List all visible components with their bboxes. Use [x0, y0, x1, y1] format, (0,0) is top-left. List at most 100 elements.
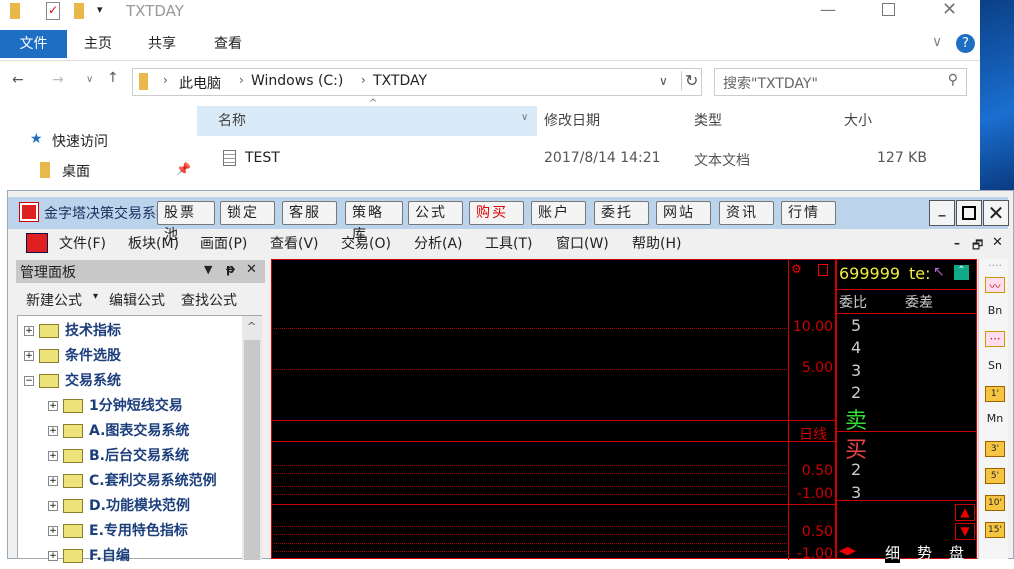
scroll-down-button[interactable]: ▼	[955, 523, 975, 540]
breadcrumb-c-drive[interactable]: Windows (C:)	[251, 73, 343, 89]
toolbar-button[interactable]: 客服	[282, 201, 337, 225]
tab-share[interactable]: 共享	[148, 30, 176, 58]
tool-mn[interactable]: Mn	[985, 412, 1005, 428]
kline-icon[interactable]: 〰	[985, 277, 1005, 293]
back-button[interactable]: ←	[12, 72, 24, 88]
pin-icon[interactable]: ᵽ	[226, 262, 235, 276]
expand-toggle-icon[interactable]: +	[24, 326, 34, 336]
tab-detail[interactable]: 细	[885, 542, 901, 563]
column-name[interactable]: 名称	[197, 106, 537, 136]
breadcrumb-txtday[interactable]: TXTDAY	[373, 73, 427, 89]
toolbar-button[interactable]: 网站	[656, 201, 711, 225]
expand-ribbon-icon[interactable]: ∨	[932, 34, 942, 50]
expand-toggle-icon[interactable]: +	[48, 451, 58, 461]
mdi-close-button[interactable]: ✕	[992, 235, 1003, 250]
menu-item[interactable]: 板块(M)	[128, 232, 179, 256]
panel-menu-icon[interactable]: ▼	[204, 263, 212, 276]
tree-node[interactable]: + E.专用特色指标	[24, 519, 217, 544]
menu-item[interactable]: 帮助(H)	[632, 232, 681, 256]
search-input[interactable]: 搜索"TXTDAY" ⚲	[714, 68, 967, 96]
toolbar-button[interactable]: 锁定	[220, 201, 275, 225]
app-maximize-button[interactable]	[956, 200, 982, 226]
find-formula-button[interactable]: 查找公式	[181, 290, 237, 310]
properties-icon[interactable]: ✓	[46, 2, 60, 20]
refresh-icon[interactable]: ↻	[681, 71, 698, 90]
chart-settings-icon[interactable]: ⚙	[791, 262, 802, 276]
column-date[interactable]: 修改日期	[544, 106, 600, 136]
prev-tab-button[interactable]: ◀▶	[839, 544, 856, 557]
history-dropdown-icon[interactable]: ∨	[659, 74, 668, 88]
expand-toggle-icon[interactable]: +	[48, 501, 58, 511]
toolbar-button[interactable]: 公式	[408, 201, 463, 225]
tool-1min[interactable]: 1'	[985, 386, 1005, 402]
menu-item[interactable]: 工具(T)	[485, 232, 532, 256]
mdi-minimize-button[interactable]: –	[954, 236, 960, 250]
toolbar-button[interactable]: 行情	[781, 201, 836, 225]
tree-node[interactable]: + C.套利交易系统范例	[24, 469, 217, 494]
help-icon[interactable]: ?	[956, 34, 975, 53]
toolbar-button[interactable]: 账户	[531, 201, 586, 225]
menu-item[interactable]: 窗口(W)	[556, 232, 609, 256]
tree-node[interactable]: − 交易系统	[24, 369, 217, 394]
new-formula-button[interactable]: 新建公式	[26, 290, 82, 310]
tool-bn[interactable]: Bn	[985, 304, 1005, 320]
new-folder-icon[interactable]	[74, 3, 84, 19]
column-size[interactable]: 大小	[844, 106, 872, 136]
tab-trend[interactable]: 势	[917, 542, 932, 563]
tab-book[interactable]: 盘	[949, 542, 964, 563]
scroll-up-icon[interactable]: ^	[247, 320, 256, 333]
scroll-up-button[interactable]: ▲	[955, 504, 975, 521]
minimize-button[interactable]: —	[820, 0, 836, 19]
tool-10min[interactable]: 10'	[985, 495, 1005, 511]
expand-toggle-icon[interactable]: +	[48, 526, 58, 536]
chart-area[interactable]: ⚙ 10.00 5.00 日线 0.50 -1.00 0.50 -1.00	[271, 259, 836, 562]
app-close-button[interactable]: ✕	[983, 200, 1009, 226]
expand-icon[interactable]: ⌃	[954, 265, 969, 280]
expand-toggle-icon[interactable]: +	[48, 401, 58, 411]
app-minimize-button[interactable]: _	[929, 200, 955, 226]
maximize-button[interactable]	[882, 3, 895, 16]
tree-node[interactable]: + D.功能模块范例	[24, 494, 217, 519]
address-bar[interactable]: › 此电脑 › Windows (C:) › TXTDAY ∨ ↻	[132, 68, 702, 96]
nav-quick-access[interactable]: 快速访问	[52, 131, 108, 151]
tab-file[interactable]: 文件	[0, 30, 67, 58]
expand-toggle-icon[interactable]: +	[48, 551, 58, 561]
filter-dropdown-icon[interactable]: ∨	[521, 112, 528, 123]
tree-node[interactable]: + A.图表交易系统	[24, 419, 217, 444]
breadcrumb-this-pc[interactable]: 此电脑	[179, 73, 221, 93]
tool-3min[interactable]: 3'	[985, 441, 1005, 457]
expand-toggle-icon[interactable]: −	[24, 376, 34, 386]
toolbar-button[interactable]: 资讯	[719, 201, 774, 225]
nav-desktop[interactable]: 桌面	[62, 161, 90, 181]
close-button[interactable]: ✕	[942, 0, 957, 20]
expand-toggle-icon[interactable]: +	[24, 351, 34, 361]
toolbar-button[interactable]: 委托	[594, 201, 649, 225]
tool-15min[interactable]: 15'	[985, 522, 1005, 538]
menu-item[interactable]: 分析(A)	[414, 232, 463, 256]
edit-formula-button[interactable]: 编辑公式	[109, 290, 165, 310]
chart-icon[interactable]: ⋯	[985, 331, 1005, 347]
up-button[interactable]: ↑	[107, 70, 119, 86]
mdi-restore-button[interactable]: 🗗	[972, 236, 983, 257]
tree-node[interactable]: + 技术指标	[24, 319, 217, 344]
recent-dropdown-icon[interactable]: ∨	[86, 74, 93, 85]
menu-item[interactable]: 画面(P)	[200, 232, 247, 256]
column-type[interactable]: 类型	[694, 106, 722, 136]
toolbar-button[interactable]: 策略库	[345, 201, 403, 243]
forward-button[interactable]: →	[52, 72, 64, 88]
tool-sn[interactable]: Sn	[985, 359, 1005, 375]
expand-toggle-icon[interactable]: +	[48, 476, 58, 486]
tab-home[interactable]: 主页	[84, 30, 112, 58]
scroll-thumb[interactable]	[244, 340, 260, 560]
tree-node[interactable]: +1分钟短线交易	[24, 394, 217, 419]
tree-node[interactable]: + 条件选股	[24, 344, 217, 369]
tool-5min[interactable]: 5'	[985, 468, 1005, 484]
tree-node[interactable]: + B.后台交易系统	[24, 444, 217, 469]
new-formula-dropdown-icon[interactable]: ▾	[93, 291, 98, 302]
menu-item[interactable]: 文件(F)	[59, 232, 106, 256]
chart-layout-icon[interactable]	[818, 264, 828, 276]
file-row[interactable]: TEST 2017/8/14 14:21 文本文档 127 KB	[197, 148, 937, 172]
menu-item[interactable]: 查看(V)	[270, 232, 319, 256]
customize-dropdown-icon[interactable]: ▾	[97, 3, 103, 16]
panel-close-icon[interactable]: ✕	[246, 262, 257, 277]
